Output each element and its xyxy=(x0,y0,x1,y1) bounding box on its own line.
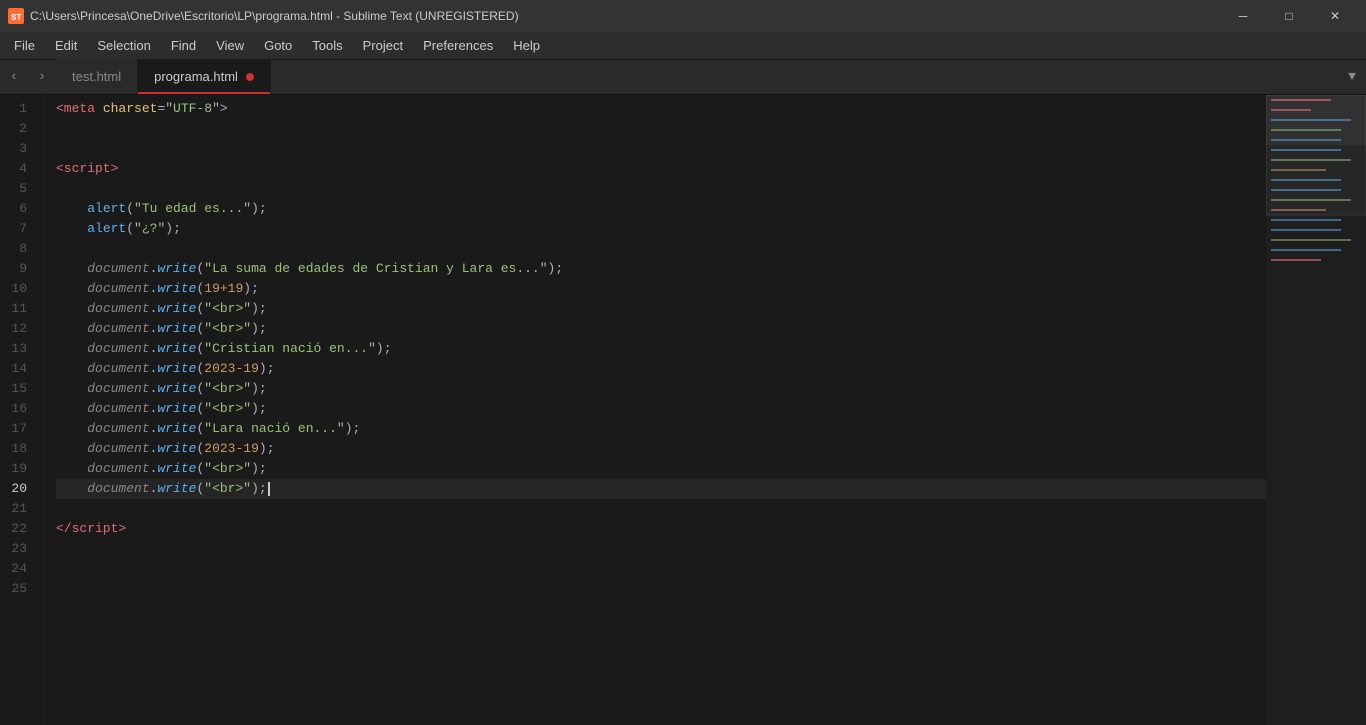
code-line-1: <meta charset="UTF-8"> xyxy=(56,99,1266,119)
menu-project[interactable]: Project xyxy=(353,34,413,57)
line-num-8: 8 xyxy=(0,239,35,259)
tab-programa-html[interactable]: programa.html xyxy=(138,59,271,94)
tab-bar: ‹ › test.html programa.html ▼ xyxy=(0,60,1366,95)
window-controls: ─ □ ✕ xyxy=(1220,0,1358,32)
code-line-14: document.write(2023-19); xyxy=(56,359,1266,379)
line-num-6: 6 xyxy=(0,199,35,219)
code-line-2 xyxy=(56,119,1266,139)
line-num-7: 7 xyxy=(0,219,35,239)
title-bar: ST C:\Users\Princesa\OneDrive\Escritorio… xyxy=(0,0,1366,32)
code-line-6: alert("Tu edad es..."); xyxy=(56,199,1266,219)
line-num-11: 11 xyxy=(0,299,35,319)
menu-edit[interactable]: Edit xyxy=(45,34,87,57)
title-bar-left: ST C:\Users\Princesa\OneDrive\Escritorio… xyxy=(8,8,519,24)
menu-bar: File Edit Selection Find View Goto Tools… xyxy=(0,32,1366,60)
line-numbers: 1 2 3 4 5 6 7 8 9 10 11 12 13 14 15 16 1… xyxy=(0,95,44,725)
line-num-10: 10 xyxy=(0,279,35,299)
menu-view[interactable]: View xyxy=(206,34,254,57)
line-num-25: 25 xyxy=(0,579,35,599)
code-line-11: document.write("<br>"); xyxy=(56,299,1266,319)
code-line-4: <script> xyxy=(56,159,1266,179)
menu-selection[interactable]: Selection xyxy=(87,34,160,57)
line-num-9: 9 xyxy=(0,259,35,279)
line-num-4: 4 xyxy=(0,159,35,179)
code-line-23 xyxy=(56,539,1266,559)
code-line-13: document.write("Cristian nació en..."); xyxy=(56,339,1266,359)
menu-file[interactable]: File xyxy=(4,34,45,57)
code-line-5 xyxy=(56,179,1266,199)
tab-next-button[interactable]: › xyxy=(28,59,56,94)
code-line-25 xyxy=(56,579,1266,599)
app-icon: ST xyxy=(8,8,24,24)
tab-dirty-indicator xyxy=(246,73,254,81)
svg-text:ST: ST xyxy=(11,13,22,23)
code-line-3 xyxy=(56,139,1266,159)
menu-help[interactable]: Help xyxy=(503,34,550,57)
line-num-20: 20 xyxy=(0,479,35,499)
editor: 1 2 3 4 5 6 7 8 9 10 11 12 13 14 15 16 1… xyxy=(0,95,1366,725)
minimap[interactable] xyxy=(1266,95,1366,725)
tab-test-html-label: test.html xyxy=(72,69,121,84)
menu-find[interactable]: Find xyxy=(161,34,206,57)
code-line-17: document.write("Lara nació en..."); xyxy=(56,419,1266,439)
close-button[interactable]: ✕ xyxy=(1312,0,1358,32)
line-num-1: 1 xyxy=(0,99,35,119)
line-num-22: 22 xyxy=(0,519,35,539)
code-line-9: document.write("La suma de edades de Cri… xyxy=(56,259,1266,279)
line-num-12: 12 xyxy=(0,319,35,339)
code-line-19: document.write("<br>"); xyxy=(56,459,1266,479)
tab-test-html[interactable]: test.html xyxy=(56,59,138,94)
menu-tools[interactable]: Tools xyxy=(302,34,352,57)
code-line-10: document.write(19+19); xyxy=(56,279,1266,299)
menu-preferences[interactable]: Preferences xyxy=(413,34,503,57)
code-line-21 xyxy=(56,499,1266,519)
line-num-3: 3 xyxy=(0,139,35,159)
tab-list-button[interactable]: ▼ xyxy=(1338,59,1366,94)
minimap-content xyxy=(1266,95,1366,695)
code-line-18: document.write(2023-19); xyxy=(56,439,1266,459)
line-num-15: 15 xyxy=(0,379,35,399)
code-line-24 xyxy=(56,559,1266,579)
line-num-13: 13 xyxy=(0,339,35,359)
line-num-17: 17 xyxy=(0,419,35,439)
code-line-20: document.write("<br>"); xyxy=(56,479,1266,499)
minimize-button[interactable]: ─ xyxy=(1220,0,1266,32)
line-num-23: 23 xyxy=(0,539,35,559)
title-bar-text: C:\Users\Princesa\OneDrive\Escritorio\LP… xyxy=(30,9,519,23)
line-num-16: 16 xyxy=(0,399,35,419)
code-line-7: alert("¿?"); xyxy=(56,219,1266,239)
menu-goto[interactable]: Goto xyxy=(254,34,302,57)
tab-prev-button[interactable]: ‹ xyxy=(0,59,28,94)
maximize-button[interactable]: □ xyxy=(1266,0,1312,32)
line-num-18: 18 xyxy=(0,439,35,459)
code-area[interactable]: <meta charset="UTF-8"> <script> alert("T… xyxy=(44,95,1266,725)
code-line-22: </script> xyxy=(56,519,1266,539)
line-num-19: 19 xyxy=(0,459,35,479)
code-line-15: document.write("<br>"); xyxy=(56,379,1266,399)
code-line-8 xyxy=(56,239,1266,259)
line-num-2: 2 xyxy=(0,119,35,139)
line-num-5: 5 xyxy=(0,179,35,199)
line-num-14: 14 xyxy=(0,359,35,379)
code-line-16: document.write("<br>"); xyxy=(56,399,1266,419)
line-num-21: 21 xyxy=(0,499,35,519)
line-num-24: 24 xyxy=(0,559,35,579)
tab-programa-html-label: programa.html xyxy=(154,69,238,84)
code-line-12: document.write("<br>"); xyxy=(56,319,1266,339)
